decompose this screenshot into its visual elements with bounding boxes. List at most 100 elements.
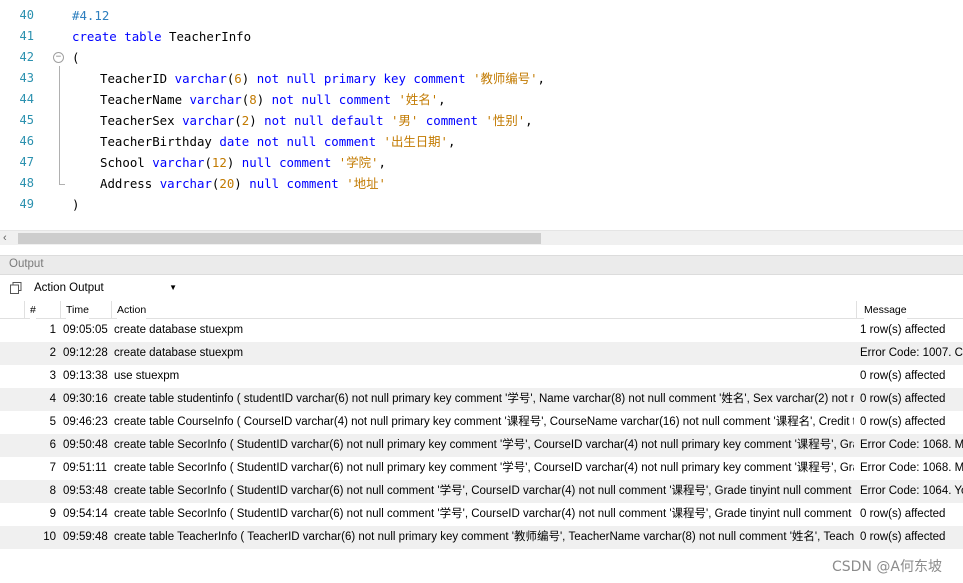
keyword-token: table — [124, 29, 162, 44]
line-number: 49 — [19, 197, 34, 211]
fold-collapse-icon[interactable]: − — [53, 52, 64, 63]
output-toolbar: Action Output ▼ — [0, 276, 963, 301]
row-number: 9 — [49, 508, 56, 520]
column-divider[interactable] — [111, 301, 112, 319]
code-line-47[interactable]: 47 School varchar(12) null comment '学院', — [0, 152, 963, 173]
column-header-message[interactable]: Message — [864, 301, 907, 319]
keyword-token: not null — [256, 134, 317, 149]
code-line-42[interactable]: 42 − ( — [0, 47, 963, 68]
string-token: '男' — [391, 113, 419, 128]
punct-token: ) — [241, 71, 250, 86]
punct-token: ) — [249, 113, 257, 128]
table-row[interactable]: 10 09:59:48 create table TeacherInfo ( Tea… — [0, 526, 963, 549]
row-message: 0 row(s) affected — [860, 531, 946, 543]
table-row[interactable]: 3 09:13:38 use stuexpm 0 row(s) affected — [0, 365, 963, 388]
code-line-41[interactable]: 41 create table TeacherInfo — [0, 26, 963, 47]
row-number: 5 — [49, 416, 56, 428]
code-line-48[interactable]: 48 Address varchar(20) null comment '地址' — [0, 173, 963, 194]
row-time: 09:54:14 — [63, 508, 108, 520]
code-line-49[interactable]: 49 ) — [0, 194, 963, 215]
code-line-46[interactable]: 46 TeacherBirthday date not null comment… — [0, 131, 963, 152]
line-number: 45 — [19, 113, 34, 127]
table-row[interactable]: 8 09:53:48 create table SecorInfo ( Studen… — [0, 480, 963, 503]
row-action: create database stuexpm — [114, 324, 244, 336]
keyword-token: comment — [279, 155, 332, 170]
row-message: Error Code: 1068. Mul — [860, 439, 963, 451]
identifier-token: TeacherID — [100, 71, 168, 86]
column-divider[interactable] — [60, 301, 61, 319]
identifier-token: Address — [100, 176, 153, 191]
horizontal-scrollbar[interactable]: ‹ — [0, 230, 963, 245]
keyword-token: comment — [323, 134, 377, 149]
output-panel-header: Output — [0, 255, 963, 275]
keyword-token: comment — [338, 92, 391, 107]
code-text: TeacherBirthday date not null comment '出… — [100, 131, 455, 152]
code-line-44[interactable]: 44 TeacherName varchar(8) not null comme… — [0, 89, 963, 110]
fold-guide-line — [59, 66, 60, 184]
column-divider[interactable] — [856, 301, 857, 319]
column-header-number[interactable]: # — [30, 301, 36, 319]
code-text: ( — [72, 50, 80, 65]
string-token: '学院' — [338, 155, 379, 170]
row-action: create table SecorInfo ( StudentID varch… — [114, 462, 854, 474]
code-line-43[interactable]: 43 TeacherID varchar(6) not null primary… — [0, 68, 963, 89]
punct-token: , — [438, 92, 446, 107]
identifier-token: TeacherSex — [100, 113, 175, 128]
scrollbar-thumb[interactable] — [18, 233, 541, 244]
row-time: 09:12:28 — [63, 347, 108, 359]
code-text: Address varchar(20) null comment '地址' — [100, 173, 386, 194]
row-action: create table SecorInfo ( StudentID varch… — [114, 439, 854, 451]
output-panel-title: Output — [9, 258, 44, 270]
punct-token: , — [448, 134, 456, 149]
column-divider[interactable] — [24, 301, 25, 319]
line-number: 42 — [19, 50, 34, 64]
code-text: #4.12 — [72, 5, 109, 26]
line-number: 43 — [19, 71, 34, 85]
string-token: '教师编号' — [473, 71, 538, 86]
keyword-token: varchar — [152, 155, 205, 170]
row-message: 0 row(s) affected — [860, 416, 946, 428]
keyword-token: varchar — [159, 176, 212, 191]
punct-token: , — [378, 155, 386, 170]
code-line-40[interactable]: 40 #4.12 — [0, 5, 963, 26]
row-number: 10 — [43, 531, 56, 543]
sql-editor[interactable]: 40 #4.12 41 create table TeacherInfo 42 … — [0, 0, 963, 230]
comment-token: #4.12 — [72, 8, 110, 23]
row-action: create table studentinfo ( studentID var… — [114, 393, 854, 405]
scroll-left-icon[interactable]: ‹ — [3, 231, 7, 246]
row-time: 09:53:48 — [63, 485, 108, 497]
code-line-45[interactable]: 45 TeacherSex varchar(2) not null defaul… — [0, 110, 963, 131]
table-row[interactable]: 2 09:12:28 create database stuexpm Error Co… — [0, 342, 963, 365]
table-row[interactable]: 1 09:05:05 create database stuexpm 1 row(s)… — [0, 319, 963, 342]
line-number: 46 — [19, 134, 34, 148]
row-action: create table SecorInfo ( StudentID varch… — [114, 508, 854, 520]
number-token: 20 — [219, 176, 235, 191]
row-message: 0 row(s) affected — [860, 393, 946, 405]
table-row[interactable]: 6 09:50:48 create table SecorInfo ( Studen… — [0, 434, 963, 457]
keyword-token: varchar — [182, 113, 235, 128]
table-row[interactable]: 9 09:54:14 create table SecorInfo ( Studen… — [0, 503, 963, 526]
code-text: ) — [72, 197, 80, 212]
keyword-token: comment — [413, 71, 466, 86]
string-token: '姓名' — [398, 92, 439, 107]
line-number: 48 — [19, 176, 34, 190]
punct-token: , — [537, 71, 546, 86]
row-number: 1 — [49, 324, 56, 336]
row-action: use stuexpm — [114, 370, 180, 382]
number-token: 12 — [211, 155, 227, 170]
row-number: 3 — [49, 370, 56, 382]
output-type-select[interactable]: Action Output ▼ — [29, 279, 180, 298]
string-token: '性别' — [485, 113, 526, 128]
row-time: 09:50:48 — [63, 439, 108, 451]
row-number: 8 — [49, 485, 56, 497]
table-row[interactable]: 4 09:30:16 create table studentinfo ( stud… — [0, 388, 963, 411]
code-text: TeacherName varchar(8) not null comment … — [100, 89, 446, 110]
string-token: '出生日期' — [383, 134, 449, 149]
column-header-time[interactable]: Time — [66, 301, 89, 319]
column-header-action[interactable]: Action — [117, 301, 147, 319]
fold-guide-end — [59, 184, 65, 185]
copy-icon[interactable] — [10, 282, 22, 294]
table-row[interactable]: 5 09:46:23 create table CourseInfo ( Cours… — [0, 411, 963, 434]
row-message: Error Code: 1064. You — [860, 485, 963, 497]
table-row[interactable]: 7 09:51:11 create table SecorInfo ( Studen… — [0, 457, 963, 480]
